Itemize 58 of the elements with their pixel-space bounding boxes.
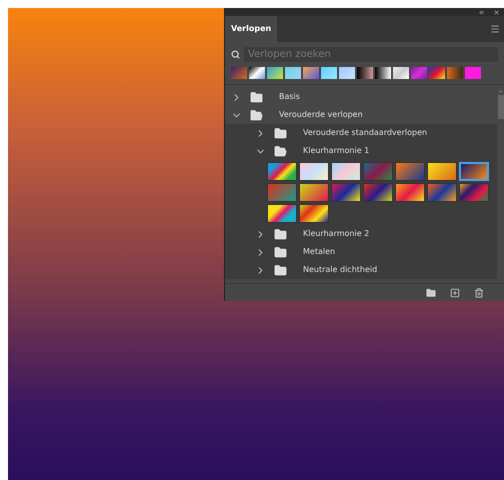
folder-label: Kleurharmonie 1 [303,145,370,157]
gradient-swatch[interactable] [411,67,427,79]
gradient-swatch[interactable] [447,67,463,79]
gradient-preset[interactable] [299,162,329,181]
folder-icon[interactable] [426,288,436,298]
folder-row[interactable]: Metalen [225,243,497,261]
folder-icon [250,108,263,122]
gradient-preset[interactable] [459,162,489,181]
scroll-up-icon[interactable] [497,88,504,95]
folder-icon [274,264,287,276]
folder-row[interactable]: Neutrale dichtheid [225,261,497,279]
search-field[interactable]: Verlopen zoeken [244,47,498,62]
gradient-swatch[interactable] [375,67,391,79]
folder-label: Verouderde standaardverlopen [303,127,428,139]
scrollbar-thumb[interactable] [498,95,504,119]
gradient-swatch[interactable] [393,67,409,79]
gradient-swatch[interactable] [465,67,481,79]
collapse-icon[interactable] [478,8,485,16]
gradient-preset[interactable] [395,183,425,202]
folder-icon [274,228,287,240]
gradient-swatch[interactable] [285,67,301,79]
folder-label: Neutrale dichtheid [303,264,378,276]
folder-row[interactable]: Basis [225,88,497,106]
gradient-preset[interactable] [363,183,393,202]
folder-row[interactable]: Kleurharmonie 2 [225,225,497,243]
folder-label: Metalen [303,246,336,258]
search-icon [231,50,240,59]
folder-row[interactable]: Kleurharmonie 1 [225,142,497,160]
folder-label: Kleurharmonie 2 [303,228,370,240]
panel-tab[interactable]: Verlopen [225,16,278,42]
delete-icon[interactable] [474,288,484,298]
gradient-swatch[interactable] [249,67,265,79]
gradient-preset[interactable] [299,204,329,223]
folder-icon [274,144,287,158]
gradient-preset[interactable] [331,183,361,202]
folder-label: Basis [279,91,300,103]
folder-label: Verouderde verlopen [279,109,363,121]
gradient-swatch[interactable] [303,67,319,79]
gradient-swatch[interactable] [267,67,283,79]
gradient-swatch[interactable] [339,67,355,79]
folder-icon [250,90,263,104]
menu-icon[interactable] [490,24,500,34]
gradient-preset[interactable] [299,183,329,202]
gradient-preset[interactable] [267,204,297,223]
gradient-swatch[interactable] [321,67,337,79]
gradient-preset[interactable] [427,162,457,181]
gradient-preset[interactable] [331,162,361,181]
gradient-swatch[interactable] [357,67,373,79]
gradient-preset[interactable] [267,162,297,181]
gradient-swatch[interactable] [429,67,445,79]
close-icon[interactable] [493,8,500,16]
folder-icon [274,126,287,140]
folder-icon [274,246,287,258]
gradient-preset[interactable] [427,183,457,202]
gradient-swatch[interactable] [231,67,247,79]
add-icon[interactable] [450,288,460,298]
folder-row[interactable]: Verouderde standaardverlopen [225,124,497,142]
folder-row[interactable]: Verouderde verlopen [225,106,497,124]
